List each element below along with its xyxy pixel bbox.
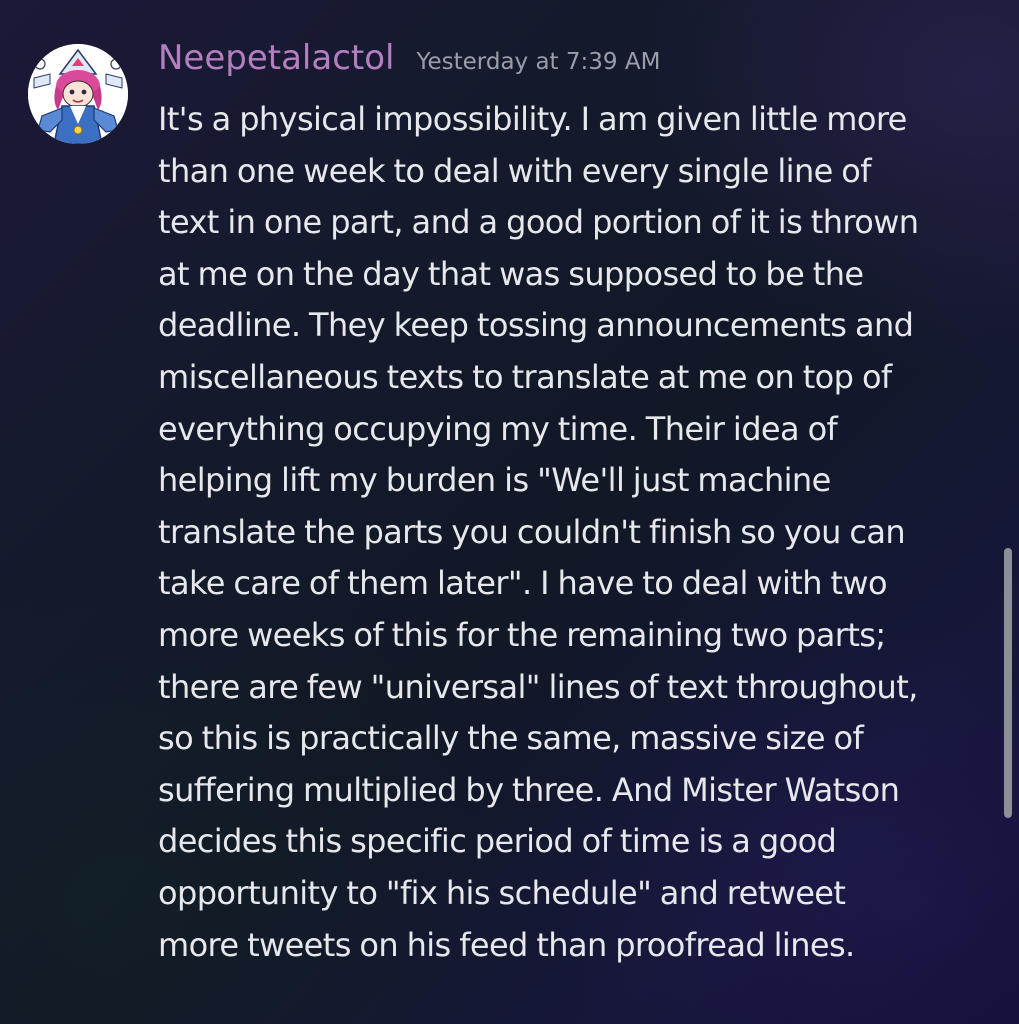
scrollbar[interactable]	[1004, 548, 1012, 818]
message-line: suffering multiplied by three. And Miste…	[158, 770, 900, 809]
avatar[interactable]	[28, 44, 128, 144]
message-line: translate the parts you couldn't finish …	[158, 512, 906, 551]
message-line: more weeks of this for the remaining two…	[158, 615, 886, 654]
message-line: so this is practically the same, massive…	[158, 719, 864, 758]
message-line: than one week to deal with every single …	[158, 151, 872, 190]
message-line: text in one part, and a good portion of …	[158, 203, 919, 242]
avatar-image	[28, 44, 128, 144]
message-line: everything occupying my time. Their idea…	[158, 409, 838, 448]
message-header: Neepetalactol Yesterday at 7:39 AM	[158, 38, 660, 94]
message-content: It's a physical impossibility. I am give…	[158, 94, 988, 971]
message-line: at me on the day that was supposed to be…	[158, 254, 864, 293]
message-line: It's a physical impossibility. I am give…	[158, 100, 907, 138]
message-line: miscellaneous texts to translate at me o…	[158, 357, 892, 396]
message-line: opportunity to "fix his schedule" and re…	[158, 873, 846, 912]
username[interactable]: Neepetalactol	[158, 38, 395, 78]
message-line: there are few "universal" lines of text …	[158, 667, 918, 706]
message-line: take care of them later". I have to deal…	[158, 564, 888, 603]
chat-message[interactable]: Neepetalactol Yesterday at 7:39 AM It's …	[0, 0, 1019, 1024]
message-line: deadline. They keep tossing announcement…	[158, 306, 914, 345]
timestamp: Yesterday at 7:39 AM	[416, 49, 661, 75]
message-line: helping lift my burden is "We'll just ma…	[158, 461, 831, 500]
message-line: more tweets on his feed than proofread l…	[158, 925, 855, 964]
message-line: decides this specific period of time is …	[158, 822, 837, 861]
